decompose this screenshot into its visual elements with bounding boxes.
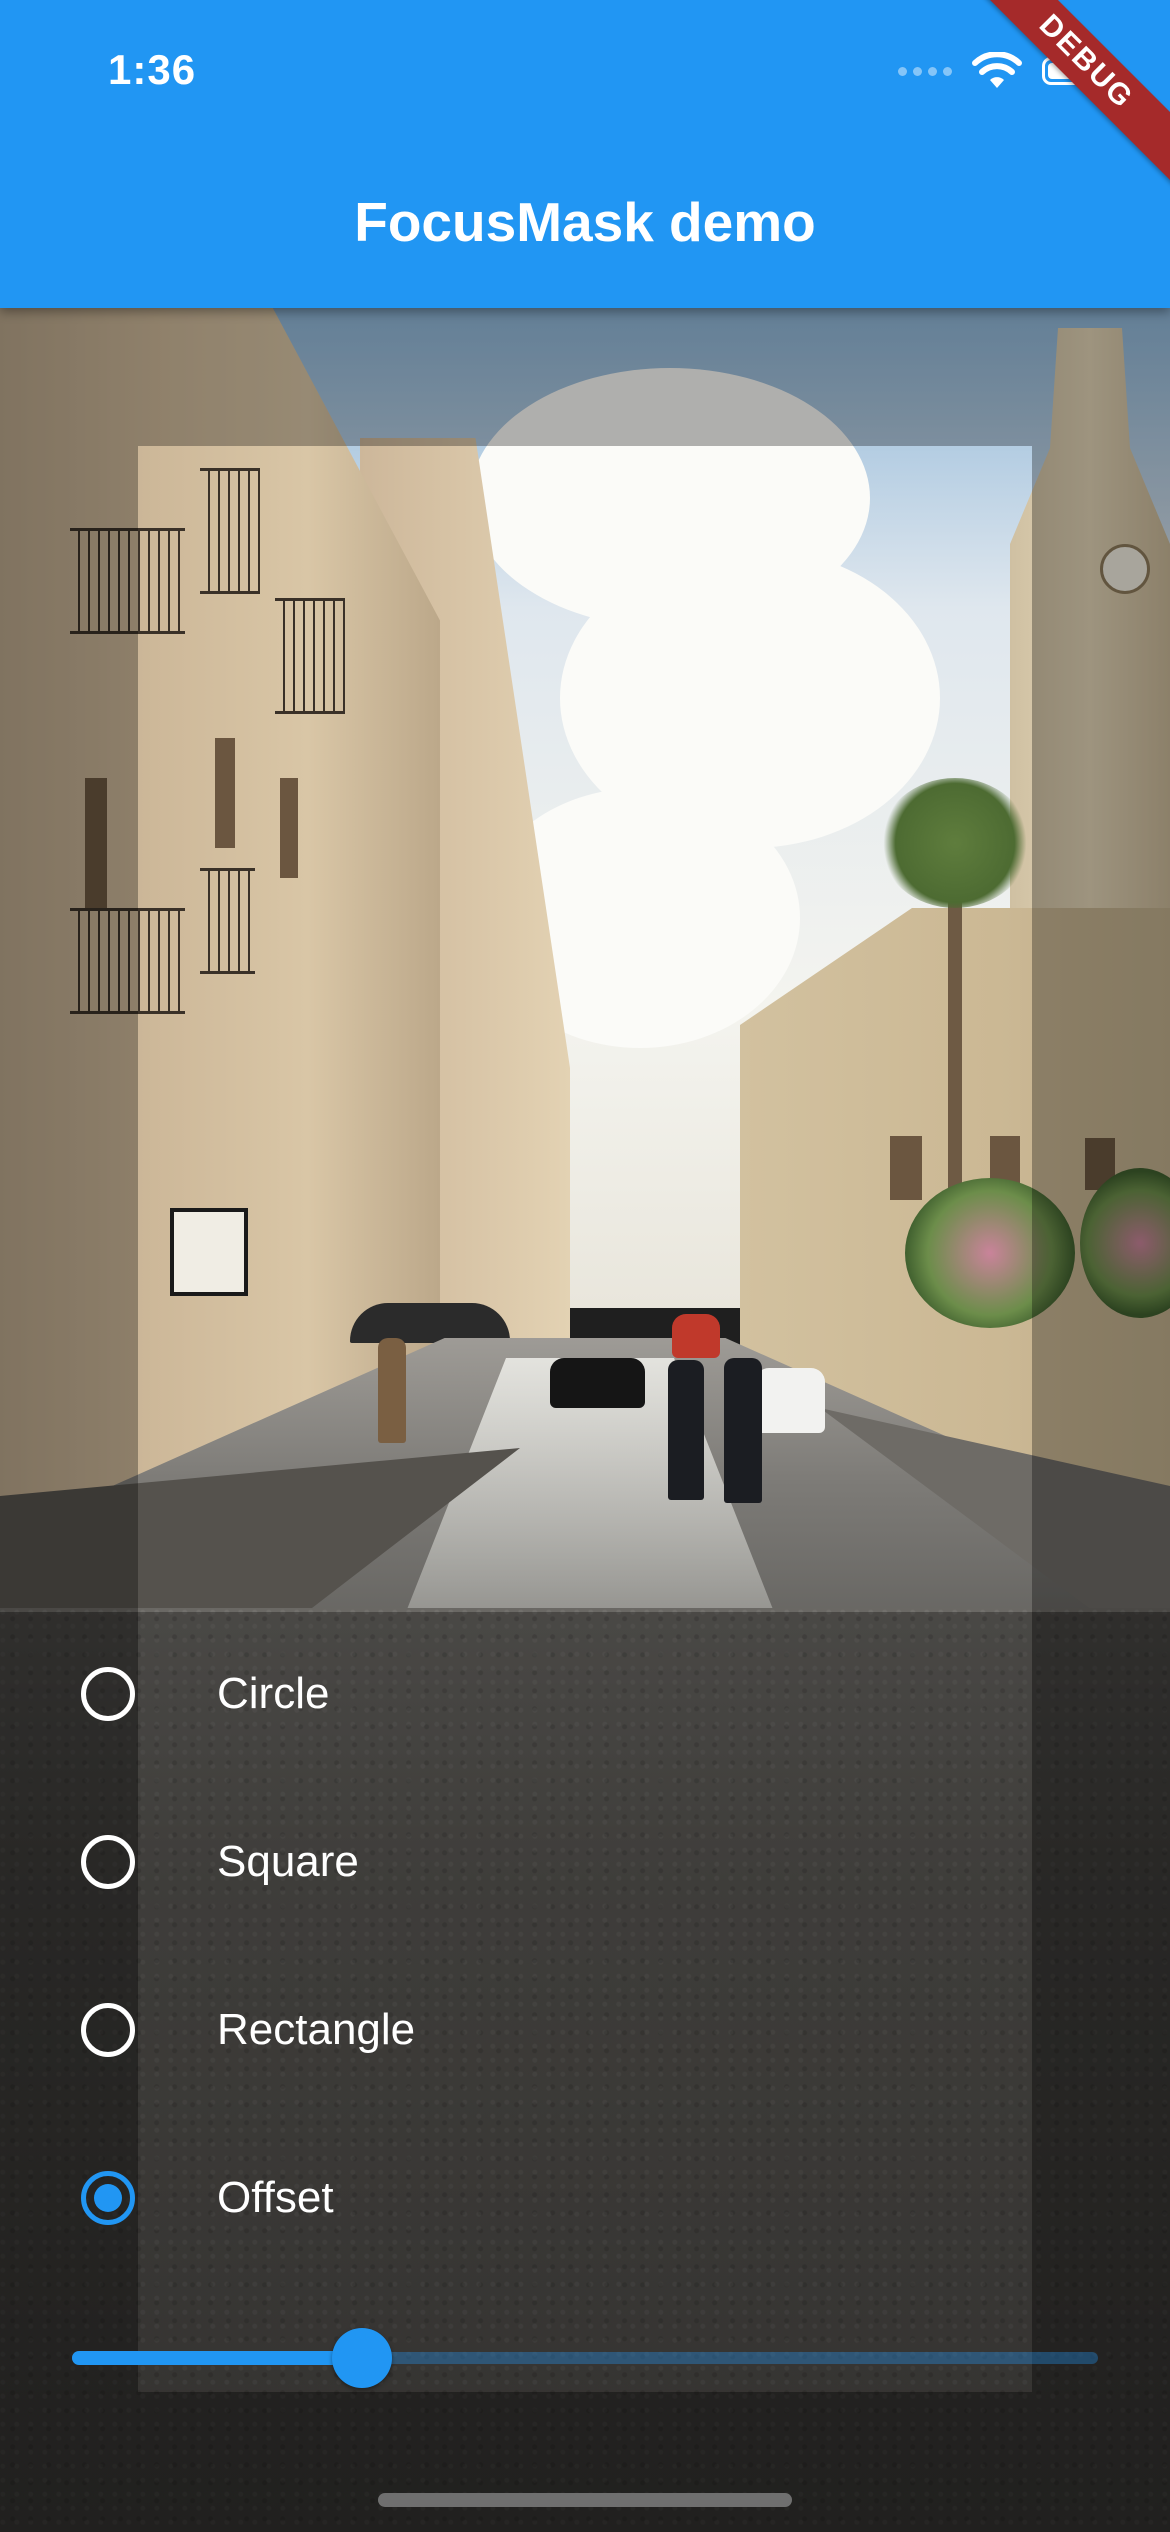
radio-button-rectangle[interactable] bbox=[81, 2003, 135, 2057]
screen: 1:36 FocusMask demo DEBUG Circle Square bbox=[0, 0, 1170, 2532]
cellular-dots-icon bbox=[898, 66, 952, 76]
radio-option-offset[interactable]: Offset bbox=[0, 2114, 1170, 2282]
radio-label-circle: Circle bbox=[217, 1669, 330, 1718]
radio-button-square[interactable] bbox=[81, 1835, 135, 1889]
radio-label-square: Square bbox=[217, 1837, 359, 1886]
radio-button-circle[interactable] bbox=[81, 1667, 135, 1721]
focus-mask-top bbox=[0, 308, 1170, 446]
radio-option-square[interactable]: Square bbox=[0, 1778, 1170, 1946]
app-bar: 1:36 FocusMask demo bbox=[0, 0, 1170, 308]
radio-label-offset: Offset bbox=[217, 2173, 334, 2222]
focus-mask-left bbox=[0, 446, 138, 1612]
radio-button-offset[interactable] bbox=[81, 2171, 135, 2225]
radio-option-rectangle[interactable]: Rectangle bbox=[0, 1946, 1170, 2114]
offset-slider[interactable] bbox=[72, 2328, 1098, 2388]
wifi-icon bbox=[972, 52, 1022, 88]
radio-option-circle[interactable]: Circle bbox=[0, 1610, 1170, 1778]
status-time: 1:36 bbox=[108, 46, 197, 93]
focus-mask-right bbox=[1032, 446, 1170, 1612]
home-indicator bbox=[378, 2493, 792, 2507]
focus-mask-footer bbox=[138, 2392, 1032, 2532]
radio-label-rectangle: Rectangle bbox=[217, 2005, 416, 2054]
page-title: FocusMask demo bbox=[354, 191, 816, 253]
slider-active-track bbox=[72, 2351, 363, 2365]
slider-thumb[interactable] bbox=[332, 2328, 393, 2388]
